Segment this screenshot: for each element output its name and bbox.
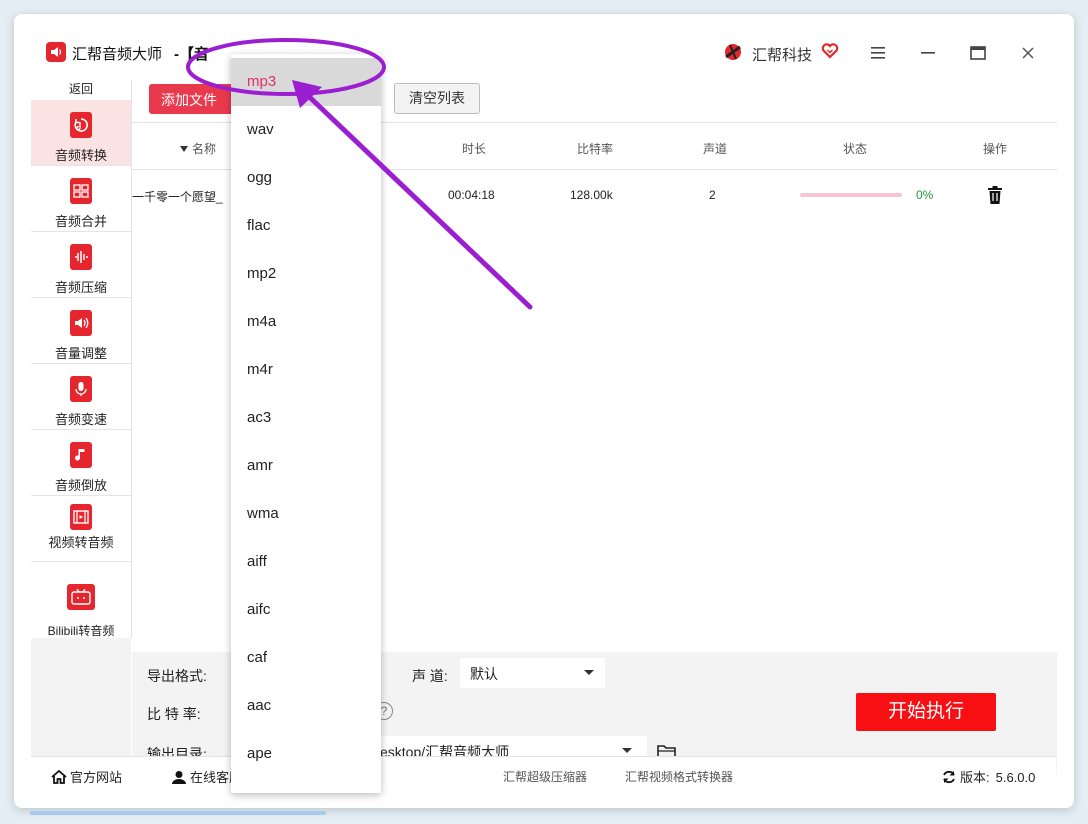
- format-option-wav[interactable]: wav: [231, 106, 381, 154]
- channel-label: 声 道:: [412, 668, 448, 684]
- sidebar-item-audio-speed[interactable]: 音频变速: [31, 364, 131, 430]
- file-channels: 2: [709, 188, 716, 202]
- sidebar-item-bilibili[interactable]: Bilibili转音频: [31, 562, 131, 638]
- format-option-aac[interactable]: aac: [231, 682, 381, 730]
- sidebar-item-label: 音频转换: [54, 148, 107, 163]
- format-option-wma[interactable]: wma: [231, 490, 381, 538]
- clear-list-button[interactable]: 清空列表: [394, 83, 480, 114]
- maximize-icon[interactable]: [963, 40, 993, 66]
- audio-merge-icon: [70, 178, 92, 204]
- format-option-amr[interactable]: amr: [231, 442, 381, 490]
- back-button[interactable]: 返回: [31, 80, 131, 100]
- file-name: 一千零一个愿望_: [132, 190, 223, 204]
- format-dropdown[interactable]: mp3 wav ogg flac mp2 m4a m4r ac3 amr wma aiff aifc c…: [231, 54, 381, 793]
- video-converter-link[interactable]: 汇帮视频格式转换器: [625, 768, 733, 785]
- sidebar-item-label: 音频倒放: [54, 478, 107, 493]
- format-option-flac[interactable]: flac: [231, 202, 381, 250]
- film-icon: [70, 504, 92, 530]
- app-title-suffix: -【音: [174, 46, 209, 63]
- compressor-link[interactable]: 汇帮超级压缩器: [503, 768, 587, 785]
- column-status: 状态: [843, 142, 868, 156]
- format-option-ape[interactable]: ape: [231, 730, 381, 778]
- sidebar-item-audio-reverse[interactable]: 音频倒放: [31, 430, 131, 496]
- format-option-m4a[interactable]: m4a: [231, 298, 381, 346]
- trash-icon[interactable]: [987, 186, 1003, 204]
- column-channels: 声道: [703, 142, 728, 156]
- sidebar-item-label: 音频合并: [54, 214, 107, 229]
- sidebar-item-label: 音量调整: [54, 346, 107, 361]
- sidebar-item-audio-compress[interactable]: 音频压缩: [31, 232, 131, 298]
- format-option-aiff[interactable]: aiff: [231, 538, 381, 586]
- refresh-icon: [943, 770, 955, 784]
- format-option-ogg[interactable]: ogg: [231, 154, 381, 202]
- bitrate-label: 比 特 率:: [147, 706, 201, 722]
- sidebar-item-label: Bilibili转音频: [47, 624, 115, 638]
- version-value: 5.6.0.0: [995, 770, 1036, 785]
- start-button[interactable]: 开始执行: [856, 693, 996, 731]
- file-duration: 00:04:18: [448, 188, 495, 202]
- audio-compress-icon: [70, 244, 92, 270]
- progress-bar: [800, 193, 902, 197]
- column-duration: 时长: [462, 142, 487, 156]
- sidebar-item-audio-convert[interactable]: 音频转换: [31, 100, 131, 166]
- column-actions: 操作: [983, 142, 1008, 156]
- column-name[interactable]: 名称: [180, 140, 216, 157]
- audio-convert-icon: [70, 112, 92, 138]
- music-note-icon: [70, 442, 92, 468]
- chevron-down-icon: [584, 670, 594, 675]
- brand-logo-icon: [725, 44, 741, 60]
- sidebar-bottom-panel: [31, 638, 131, 756]
- version-info: 版本: 5.6.0.0: [941, 767, 1035, 786]
- sidebar-item-label: 视频转音频: [48, 535, 114, 550]
- tv-icon: [67, 584, 95, 610]
- file-bitrate: 128.00k: [570, 188, 613, 202]
- sidebar-item-label: 音频变速: [54, 412, 107, 427]
- home-icon: [51, 770, 67, 784]
- user-icon: [172, 771, 186, 784]
- menu-icon[interactable]: [863, 40, 893, 66]
- format-option-caf[interactable]: caf: [231, 634, 381, 682]
- channel-select-value: 默认: [470, 666, 498, 682]
- format-option-m4r[interactable]: m4r: [231, 346, 381, 394]
- progress-percent: 0%: [916, 188, 934, 202]
- app-title: 汇帮音频大师: [72, 46, 163, 63]
- format-label: 导出格式:: [147, 668, 207, 684]
- sidebar-item-label: 音频压缩: [54, 280, 107, 295]
- sidebar-item-audio-merge[interactable]: 音频合并: [31, 166, 131, 232]
- close-icon[interactable]: [1013, 40, 1043, 66]
- sidebar-item-video-to-audio[interactable]: 视频转音频: [31, 496, 131, 562]
- format-option-aifc[interactable]: aifc: [231, 586, 381, 634]
- column-bitrate: 比特率: [577, 142, 614, 156]
- microphone-icon: [70, 376, 92, 402]
- sidebar: 返回 音频转换 音频合并 音频压缩 音量调整 音频变速 音频倒放 视频转音频 B…: [31, 80, 131, 638]
- sidebar-item-volume[interactable]: 音量调整: [31, 298, 131, 364]
- title-bar: 汇帮音频大师 -【音 汇帮科技: [14, 14, 1074, 80]
- brand-name: 汇帮科技: [752, 47, 813, 64]
- volume-icon: [70, 310, 92, 336]
- app-logo-icon: [46, 42, 66, 62]
- chevron-down-icon: [622, 748, 632, 753]
- taskbar-indicator: [30, 811, 326, 815]
- format-option-mp2[interactable]: mp2: [231, 250, 381, 298]
- footer: 官方网站 在线客服 汇帮超级压缩器 汇帮视频格式转换器 版本: 5.6.0.0: [31, 756, 1056, 792]
- format-option-mp3[interactable]: mp3: [231, 58, 381, 106]
- minimize-icon[interactable]: [913, 40, 943, 66]
- website-link[interactable]: 官方网站: [51, 767, 122, 786]
- format-option-ac3[interactable]: ac3: [231, 394, 381, 442]
- channel-select[interactable]: 默认: [460, 658, 605, 688]
- heart-icon[interactable]: [821, 42, 839, 60]
- app-window: 汇帮音频大师 -【音 汇帮科技 返回 音频转换 音频合并 音频压缩 音量调整 音…: [14, 14, 1074, 808]
- sort-down-icon: [180, 146, 188, 152]
